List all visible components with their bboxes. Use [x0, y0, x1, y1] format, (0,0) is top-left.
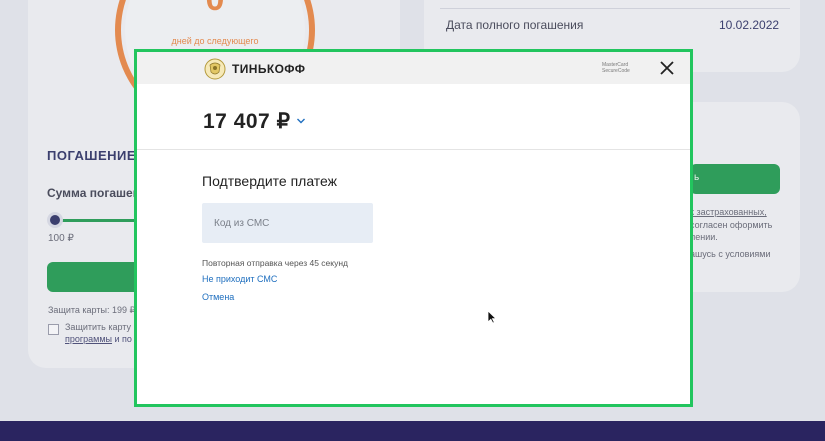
conditions-text: ашусь с условиями — [690, 249, 771, 259]
resend-countdown-text: Повторная отправка через 45 секунд — [202, 258, 348, 268]
securecode-badge: MasterCard SecureCode — [602, 62, 630, 74]
chevron-down-icon[interactable] — [296, 116, 306, 126]
pay-button-label: ь — [694, 172, 700, 183]
repay-button[interactable] — [47, 262, 142, 292]
protect-card-checkbox[interactable] — [48, 324, 59, 335]
payment-amount: 17 407 ₽ — [203, 109, 291, 133]
full-repayment-date-label: Дата полного погашения — [446, 18, 584, 32]
insurance-text-1: к застрахованных, — [690, 207, 767, 217]
programs-link[interactable]: программы — [65, 334, 112, 344]
mouse-cursor-icon — [487, 310, 497, 324]
full-repayment-date-value: 10.02.2022 — [719, 18, 780, 32]
days-ring-digit: 0 — [195, 0, 235, 19]
insurance-text-2: согласен оформить — [690, 220, 773, 230]
no-sms-link[interactable]: Не приходит СМС — [202, 274, 277, 284]
repayment-sum-label: Сумма погашен — [47, 186, 140, 200]
cancel-link[interactable]: Отмена — [202, 292, 234, 302]
page-footer — [0, 421, 825, 441]
modal-header: ТИНЬКОФФ MasterCard SecureCode — [137, 52, 690, 84]
pay-button[interactable]: ь — [690, 164, 780, 194]
programs-suffix: и по — [112, 334, 132, 344]
sum-slider-knob[interactable] — [47, 212, 63, 228]
payment-confirmation-modal: ТИНЬКОФФ MasterCard SecureCode 17 407 ₽ … — [134, 49, 693, 407]
sms-code-input[interactable] — [202, 203, 373, 243]
programs-line: программы и по — [65, 334, 132, 344]
info-divider — [440, 8, 790, 9]
close-icon[interactable] — [659, 60, 675, 76]
amount-row[interactable]: 17 407 ₽ — [203, 107, 306, 135]
card-protection-text: Защита карты: 199 ₽ — [48, 305, 136, 315]
modal-divider — [137, 149, 690, 150]
repayment-title: ПОГАШЕНИЕ — [47, 148, 137, 163]
tinkoff-emblem-icon — [204, 58, 226, 80]
confirm-payment-title: Подтвердите платеж — [202, 173, 338, 189]
days-ring-caption: дней до следующего — [171, 36, 259, 46]
sum-slider-min: 100 ₽ — [48, 233, 74, 244]
insurance-text-3: лении. — [690, 232, 718, 242]
brand-logo-text: ТИНЬКОФФ — [232, 62, 306, 76]
sum-slider-track[interactable] — [55, 219, 137, 222]
protect-card-label: Защитить карту — [65, 322, 132, 332]
